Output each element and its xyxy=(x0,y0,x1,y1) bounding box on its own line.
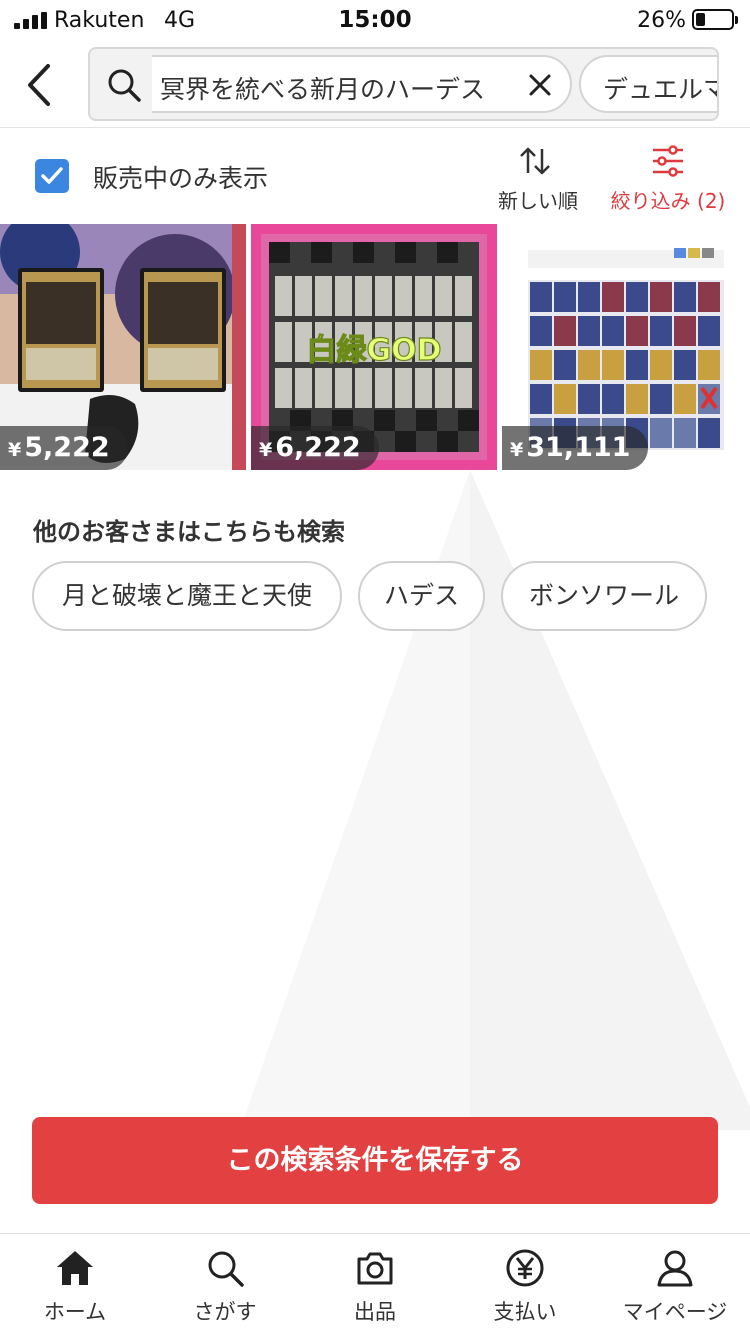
save-search-button[interactable]: この検索条件を保存する xyxy=(32,1117,718,1204)
price-value: 5,222 xyxy=(24,432,110,463)
search-header: 冥界を統べる新月のハーデス デュエルマ xyxy=(0,42,750,128)
sort-arrows-icon xyxy=(520,147,550,175)
tab-label: さがす xyxy=(193,1300,257,1324)
product-tile[interactable]: 白緑GOD ¥6,222 xyxy=(251,224,497,470)
currency-symbol: ¥ xyxy=(8,439,22,461)
search-query-chip[interactable]: 冥界を統べる新月のハーデス xyxy=(152,55,572,113)
search-query-text: 冥界を統べる新月のハーデス xyxy=(160,75,486,104)
battery-level xyxy=(696,13,705,26)
search-query-chip-secondary[interactable]: デュエルマ xyxy=(579,55,719,113)
user-icon xyxy=(657,1250,693,1287)
related-search-chip[interactable]: 月と破壊と魔王と天使 xyxy=(32,561,342,631)
search-query-text-secondary: デュエルマ xyxy=(603,75,719,104)
product-price: ¥31,111 xyxy=(502,426,649,470)
checkmark-icon xyxy=(41,167,63,184)
search-icon xyxy=(108,69,141,102)
product-grid: ¥5,222 白緑GOD ¥6,222 ¥ 31,111 xyxy=(0,224,750,470)
chevron-left-icon[interactable] xyxy=(18,60,62,110)
related-search-chip[interactable]: ボンソワール xyxy=(501,561,707,631)
currency-symbol: ¥ xyxy=(510,439,524,461)
camera-icon xyxy=(357,1252,393,1285)
close-icon[interactable] xyxy=(528,73,552,97)
tab-search[interactable]: さがす xyxy=(150,1234,300,1334)
filter-row: 販売中のみ表示 新しい順 絞り込み (2) xyxy=(0,129,750,224)
tab-payment[interactable]: 支払い xyxy=(450,1234,600,1334)
battery-percent: 26% xyxy=(637,8,686,33)
search-icon xyxy=(208,1251,244,1287)
related-search-chip[interactable]: ハデス xyxy=(358,561,485,631)
sort-button[interactable]: 新しい順 xyxy=(490,143,586,213)
product-price: ¥6,222 xyxy=(251,426,379,470)
currency-symbol: ¥ xyxy=(259,439,273,461)
product-price: ¥5,222 xyxy=(0,426,128,470)
tab-label: 出品 xyxy=(354,1300,396,1324)
product-tile[interactable]: ¥5,222 xyxy=(0,224,246,470)
on-sale-only-checkbox[interactable] xyxy=(35,159,69,193)
product-tile[interactable]: ¥31,111 xyxy=(502,224,748,470)
home-icon xyxy=(57,1251,93,1285)
filter-label: 絞り込み (2) xyxy=(610,189,726,213)
sort-label: 新しい順 xyxy=(498,189,578,213)
sliders-icon xyxy=(653,145,683,177)
status-bar: Rakuten 4G 15:00 26% xyxy=(0,0,750,42)
product-image-caption: 白緑GOD xyxy=(306,333,441,368)
tab-label: 支払い xyxy=(493,1300,557,1324)
tab-mypage[interactable]: マイページ xyxy=(600,1234,750,1334)
tab-label: マイページ xyxy=(622,1300,728,1324)
battery-icon xyxy=(692,9,738,30)
search-bar[interactable]: 冥界を統べる新月のハーデス デュエルマ xyxy=(88,47,719,121)
yen-icon xyxy=(506,1249,544,1287)
tab-label: ホーム xyxy=(43,1300,107,1324)
tab-home[interactable]: ホーム xyxy=(0,1234,150,1334)
price-value: 31,111 xyxy=(526,432,631,463)
price-value: 6,222 xyxy=(275,432,361,463)
filter-button[interactable]: 絞り込み (2) xyxy=(605,143,731,213)
tab-sell[interactable]: 出品 xyxy=(300,1234,450,1334)
on-sale-only-label[interactable]: 販売中のみ表示 xyxy=(93,159,268,195)
related-searches-title: 他のお客さまはこちらも検索 xyxy=(33,518,345,546)
tab-bar: ホーム さがす 出品 支払い マイページ xyxy=(0,1233,750,1334)
